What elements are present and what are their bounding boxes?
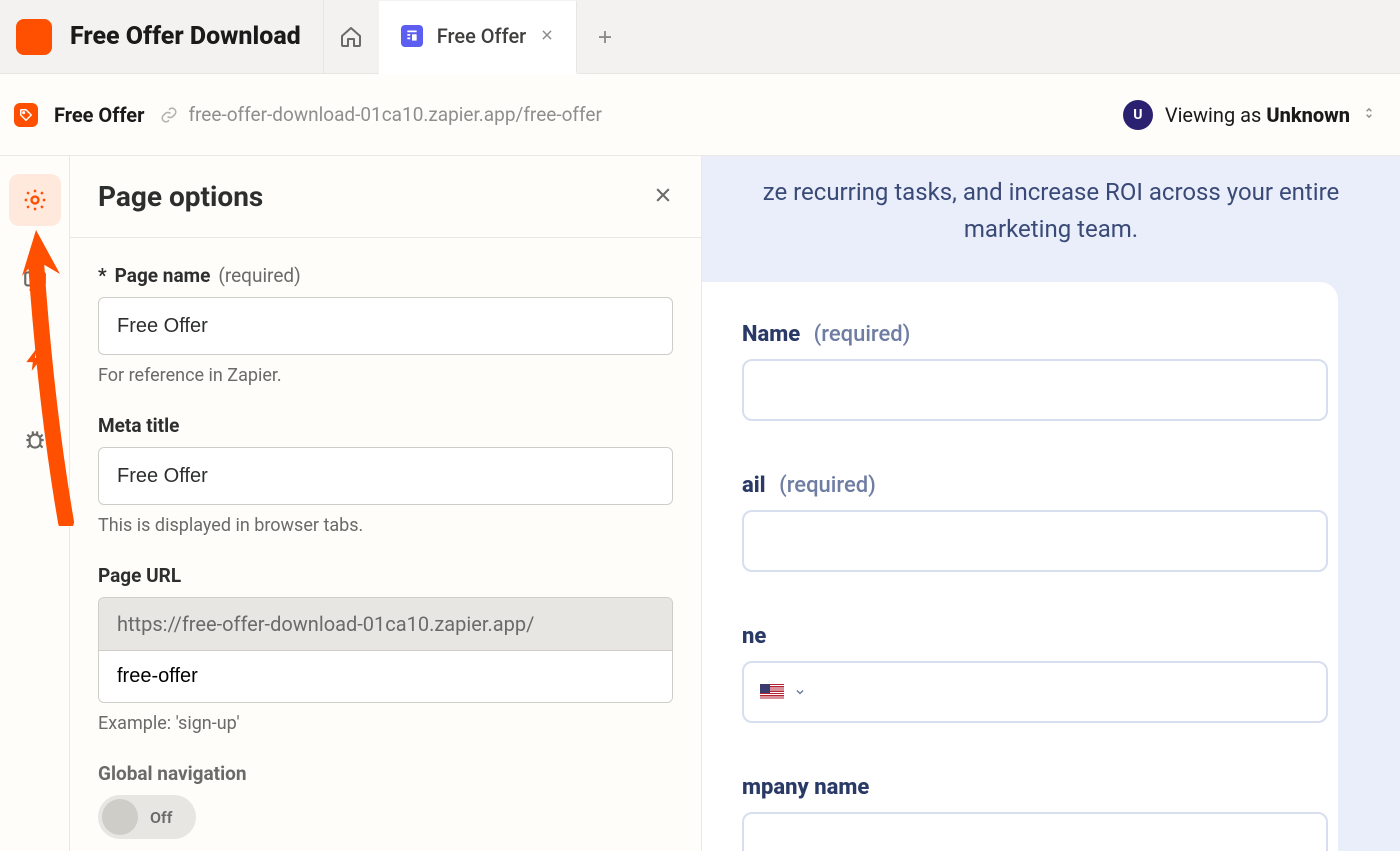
project-header: Free Offer Download [0, 0, 323, 73]
form-name-required: (required) [814, 322, 911, 347]
page-header: Free Offer free-offer-download-01ca10.za… [0, 74, 1400, 156]
page-type-badge [14, 103, 38, 127]
viewing-as-selector[interactable]: U Viewing as Unknown [1123, 100, 1376, 130]
page-name-label: Page name [115, 264, 211, 287]
home-icon [339, 25, 363, 49]
page-url-text: free-offer-download-01ca10.zapier.app/fr… [188, 103, 602, 126]
form-field-email: ail (required) [742, 473, 1328, 572]
project-title: Free Offer Download [70, 22, 301, 51]
required-star: * [98, 264, 107, 287]
page-url-prefix: https://free-offer-download-01ca10.zapie… [99, 598, 672, 651]
new-tab-button[interactable] [577, 0, 633, 73]
monitor-icon [22, 267, 48, 293]
rail-actions-button[interactable] [9, 334, 61, 386]
page-name-help: For reference in Zapier. [98, 365, 673, 386]
tab-close-button[interactable] [540, 26, 554, 47]
close-icon [653, 185, 673, 205]
close-icon [540, 28, 554, 42]
tab-free-offer[interactable]: Free Offer [379, 1, 578, 74]
viewing-as-label: Viewing as Unknown [1165, 103, 1350, 127]
page-url-help: Example: 'sign-up' [98, 713, 673, 734]
link-icon [160, 106, 178, 124]
tab-strip: Free Offer Download Free Offer [0, 0, 1400, 74]
rail-preview-button[interactable] [9, 254, 61, 306]
form-field-phone: ne [742, 624, 1328, 723]
form-field-company: mpany name [742, 775, 1328, 851]
field-global-nav: Global navigation Off [98, 762, 673, 839]
us-flag-icon [760, 684, 784, 700]
rail-debug-button[interactable] [9, 414, 61, 466]
user-avatar: U [1123, 100, 1153, 130]
plus-icon [596, 28, 614, 46]
page-name-input[interactable] [98, 297, 673, 355]
page-url-display[interactable]: free-offer-download-01ca10.zapier.app/fr… [160, 103, 602, 126]
meta-title-input[interactable] [98, 447, 673, 505]
page-url-input[interactable] [99, 651, 672, 702]
form-field-name: Name (required) [742, 322, 1328, 421]
bolt-icon [22, 347, 48, 373]
form-email-label: ail [742, 473, 766, 498]
editor-body: Page options * Page name (required) For … [0, 156, 1400, 851]
form-company-input[interactable] [742, 812, 1328, 851]
field-page-name: * Page name (required) For reference in … [98, 264, 673, 386]
form-email-required: (required) [779, 473, 876, 498]
form-phone-input[interactable] [742, 661, 1328, 723]
meta-title-help: This is displayed in browser tabs. [98, 515, 673, 536]
page-name-header[interactable]: Free Offer [54, 103, 144, 127]
required-text: (required) [218, 264, 300, 287]
left-rail [0, 156, 70, 851]
global-nav-toggle[interactable]: Off [98, 795, 196, 839]
toggle-state: Off [150, 808, 172, 827]
field-page-url: Page URL https://free-offer-download-01c… [98, 564, 673, 734]
chevron-down-icon [794, 686, 806, 698]
rail-page-options-button[interactable] [9, 174, 61, 226]
form-card: Name (required) ail (required) ne [702, 282, 1338, 851]
page-url-label: Page URL [98, 564, 181, 587]
bug-icon [22, 427, 48, 453]
home-button[interactable] [323, 0, 379, 73]
form-name-input[interactable] [742, 359, 1328, 421]
panel-title: Page options [98, 180, 263, 213]
form-phone-label: ne [742, 624, 766, 649]
project-color-square [16, 19, 52, 55]
form-company-label: mpany name [742, 775, 869, 800]
global-nav-label: Global navigation [98, 762, 673, 785]
meta-title-label: Meta title [98, 414, 179, 437]
page-icon [401, 25, 423, 47]
page-options-panel: Page options * Page name (required) For … [70, 156, 702, 851]
form-email-input[interactable] [742, 510, 1328, 572]
tab-label: Free Offer [437, 24, 527, 48]
page-canvas[interactable]: ze recurring tasks, and increase ROI acr… [702, 156, 1400, 851]
toggle-knob [102, 799, 138, 835]
form-name-label: Name [742, 322, 800, 347]
gear-icon [22, 187, 48, 213]
chevron-updown-icon [1362, 103, 1376, 127]
panel-close-button[interactable] [653, 183, 673, 211]
field-meta-title: Meta title This is displayed in browser … [98, 414, 673, 536]
tag-icon [19, 108, 33, 122]
hero-copy-fragment: ze recurring tasks, and increase ROI acr… [702, 174, 1400, 270]
